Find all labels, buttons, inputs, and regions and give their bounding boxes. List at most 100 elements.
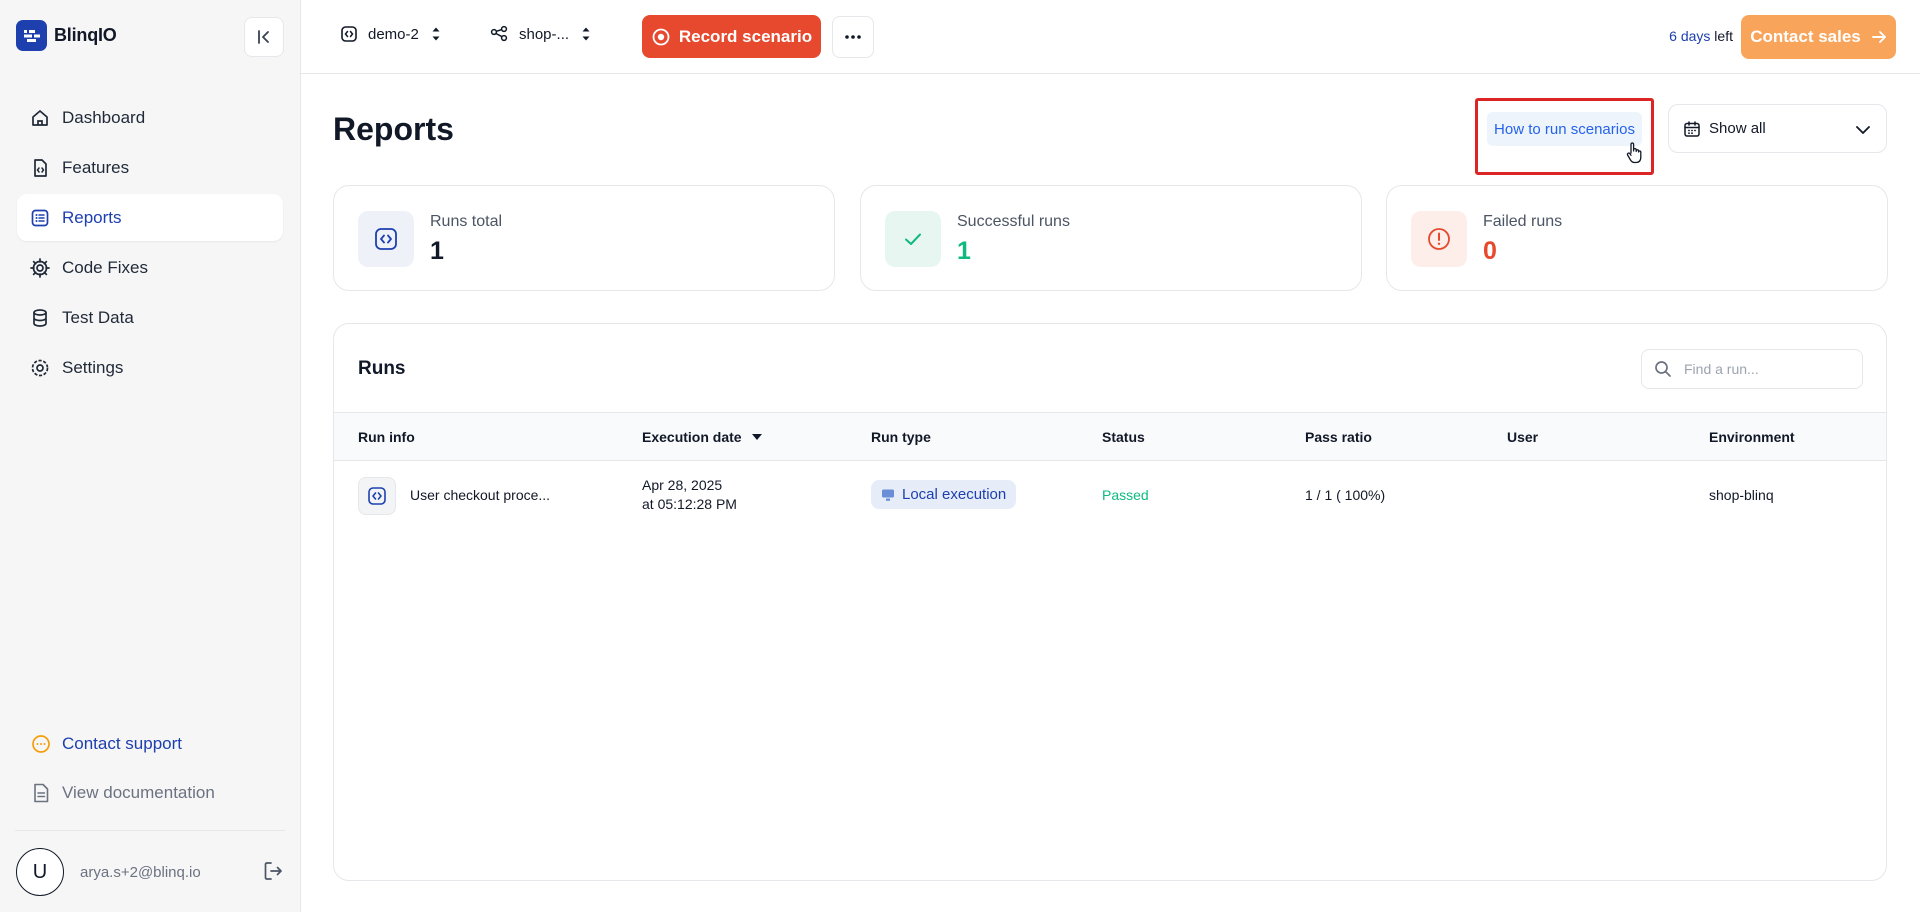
- arrow-right-icon: [1871, 31, 1886, 43]
- sidebar-item-reports[interactable]: Reports: [17, 194, 283, 241]
- settings-icon: [29, 357, 51, 379]
- sidebar-item-label: Features: [62, 157, 130, 177]
- run-type-label: Local execution: [902, 486, 1007, 503]
- column-header-user[interactable]: User: [1507, 429, 1538, 445]
- search-input[interactable]: [1684, 361, 1844, 377]
- contact-support-link[interactable]: Contact support: [30, 733, 182, 755]
- page-title: Reports: [333, 111, 454, 147]
- stat-value: 1: [430, 237, 444, 265]
- run-environment: shop-blinq: [1709, 487, 1774, 503]
- trial-remaining: 6 days left: [1669, 28, 1733, 44]
- trial-days: 6 days: [1669, 28, 1711, 44]
- sidebar-item-settings[interactable]: Settings: [17, 344, 283, 391]
- hand-cursor-icon: [1626, 142, 1642, 164]
- sidebar-item-dashboard[interactable]: Dashboard: [17, 94, 283, 141]
- logout-icon[interactable]: [262, 860, 286, 884]
- contact-sales-button[interactable]: Contact sales: [1741, 15, 1896, 59]
- collapse-left-icon: [258, 30, 269, 44]
- top-bar: demo-2 shop-... Record scenario 6 days l…: [301, 0, 1920, 74]
- contact-support-label: Contact support: [62, 734, 183, 753]
- user-profile: U arya.s+2@blinq.io: [16, 848, 286, 896]
- calendar-icon: [1684, 120, 1700, 137]
- stat-card-successful-runs: Successful runs 1: [860, 185, 1362, 291]
- column-header-run-info[interactable]: Run info: [358, 429, 415, 445]
- stat-label: Failed runs: [1483, 213, 1563, 230]
- column-header-execution-date[interactable]: Execution date: [642, 429, 762, 445]
- view-documentation-label: View documentation: [62, 783, 215, 802]
- project-icon: [339, 24, 359, 44]
- sidebar: BlinqIO Dashboard Features Reports Code …: [0, 0, 301, 912]
- list-icon: [29, 207, 51, 229]
- stat-card-runs-total: Runs total 1: [333, 185, 835, 291]
- table-header: Run info Execution date Run type Status …: [334, 412, 1886, 461]
- sidebar-item-test-data[interactable]: Test Data: [17, 294, 283, 341]
- code-icon: [358, 477, 396, 515]
- brand-logo[interactable]: BlinqIO: [16, 20, 117, 51]
- stat-value: 0: [1483, 237, 1497, 265]
- file-code-icon: [29, 157, 51, 179]
- record-scenario-label: Record scenario: [678, 26, 813, 46]
- brand-name: BlinqIO: [54, 25, 117, 45]
- project-selector[interactable]: demo-2: [339, 24, 441, 44]
- sidebar-item-label: Test Data: [62, 307, 134, 327]
- runs-card: Runs Run info Execution date Run type St…: [333, 323, 1887, 881]
- run-date: Apr 28, 2025: [642, 477, 723, 493]
- document-icon: [30, 782, 52, 804]
- column-header-status[interactable]: Status: [1102, 429, 1145, 445]
- date-filter-value: Show all: [1709, 120, 1766, 137]
- code-icon: [358, 211, 414, 267]
- column-header-label: Execution date: [642, 429, 742, 445]
- run-pass-ratio: 1 / 1 ( 100%): [1305, 487, 1386, 503]
- record-icon: [652, 28, 670, 45]
- environment-name: shop-...: [519, 25, 570, 43]
- stat-card-failed-runs: Failed runs 0: [1386, 185, 1888, 291]
- sidebar-item-label: Settings: [62, 357, 124, 377]
- check-icon: [885, 211, 941, 267]
- column-header-run-type[interactable]: Run type: [871, 429, 931, 445]
- chevron-down-icon: [1856, 126, 1870, 134]
- sidebar-divider: [15, 830, 285, 831]
- runs-title: Runs: [358, 358, 406, 379]
- more-options-button[interactable]: [832, 16, 874, 58]
- sidebar-item-code-fixes[interactable]: Code Fixes: [17, 244, 283, 291]
- trial-suffix: left: [1710, 28, 1733, 44]
- sidebar-item-label: Code Fixes: [62, 257, 148, 277]
- view-documentation-link[interactable]: View documentation: [30, 782, 215, 804]
- user-email: arya.s+2@blinq.io: [80, 863, 201, 881]
- stat-value: 1: [957, 237, 971, 265]
- search-box: [1641, 349, 1863, 389]
- more-horizontal-icon: [845, 35, 861, 39]
- database-icon: [29, 307, 51, 329]
- record-scenario-button[interactable]: Record scenario: [642, 15, 821, 58]
- collapse-sidebar-button[interactable]: [244, 17, 284, 57]
- sort-descending-icon: [751, 434, 762, 440]
- sidebar-nav: Dashboard Features Reports Code Fixes Te…: [17, 94, 283, 394]
- search-icon: [1655, 361, 1671, 377]
- stat-label: Successful runs: [957, 213, 1070, 230]
- run-name: User checkout proce...: [410, 487, 551, 503]
- run-type-badge: Local execution: [871, 480, 1017, 509]
- sort-arrows-icon: [432, 27, 440, 41]
- sidebar-item-label: Reports: [62, 207, 122, 227]
- contact-sales-label: Contact sales: [1750, 27, 1861, 46]
- stat-label: Runs total: [430, 213, 503, 230]
- home-icon: [29, 107, 51, 129]
- run-time: at 05:12:28 PM: [642, 496, 737, 512]
- date-filter-select[interactable]: Show all: [1668, 104, 1887, 153]
- column-header-environment[interactable]: Environment: [1709, 429, 1795, 445]
- monitor-icon: [882, 489, 894, 501]
- project-name: demo-2: [368, 25, 419, 43]
- column-header-pass-ratio[interactable]: Pass ratio: [1305, 429, 1372, 445]
- sidebar-item-label: Dashboard: [62, 107, 146, 127]
- alert-circle-icon: [1411, 211, 1467, 267]
- sidebar-item-features[interactable]: Features: [17, 144, 283, 191]
- avatar[interactable]: U: [16, 848, 64, 896]
- run-status: Passed: [1102, 487, 1149, 503]
- branch-icon: [490, 24, 510, 44]
- how-to-run-scenarios-button[interactable]: How to run scenarios: [1487, 112, 1642, 146]
- chat-bubble-icon: [30, 733, 52, 755]
- environment-selector[interactable]: shop-...: [490, 24, 591, 44]
- table-row[interactable]: User checkout proce... Apr 28, 2025 at 0…: [334, 461, 1886, 531]
- gear-icon: [29, 257, 51, 279]
- sort-arrows-icon: [582, 27, 590, 41]
